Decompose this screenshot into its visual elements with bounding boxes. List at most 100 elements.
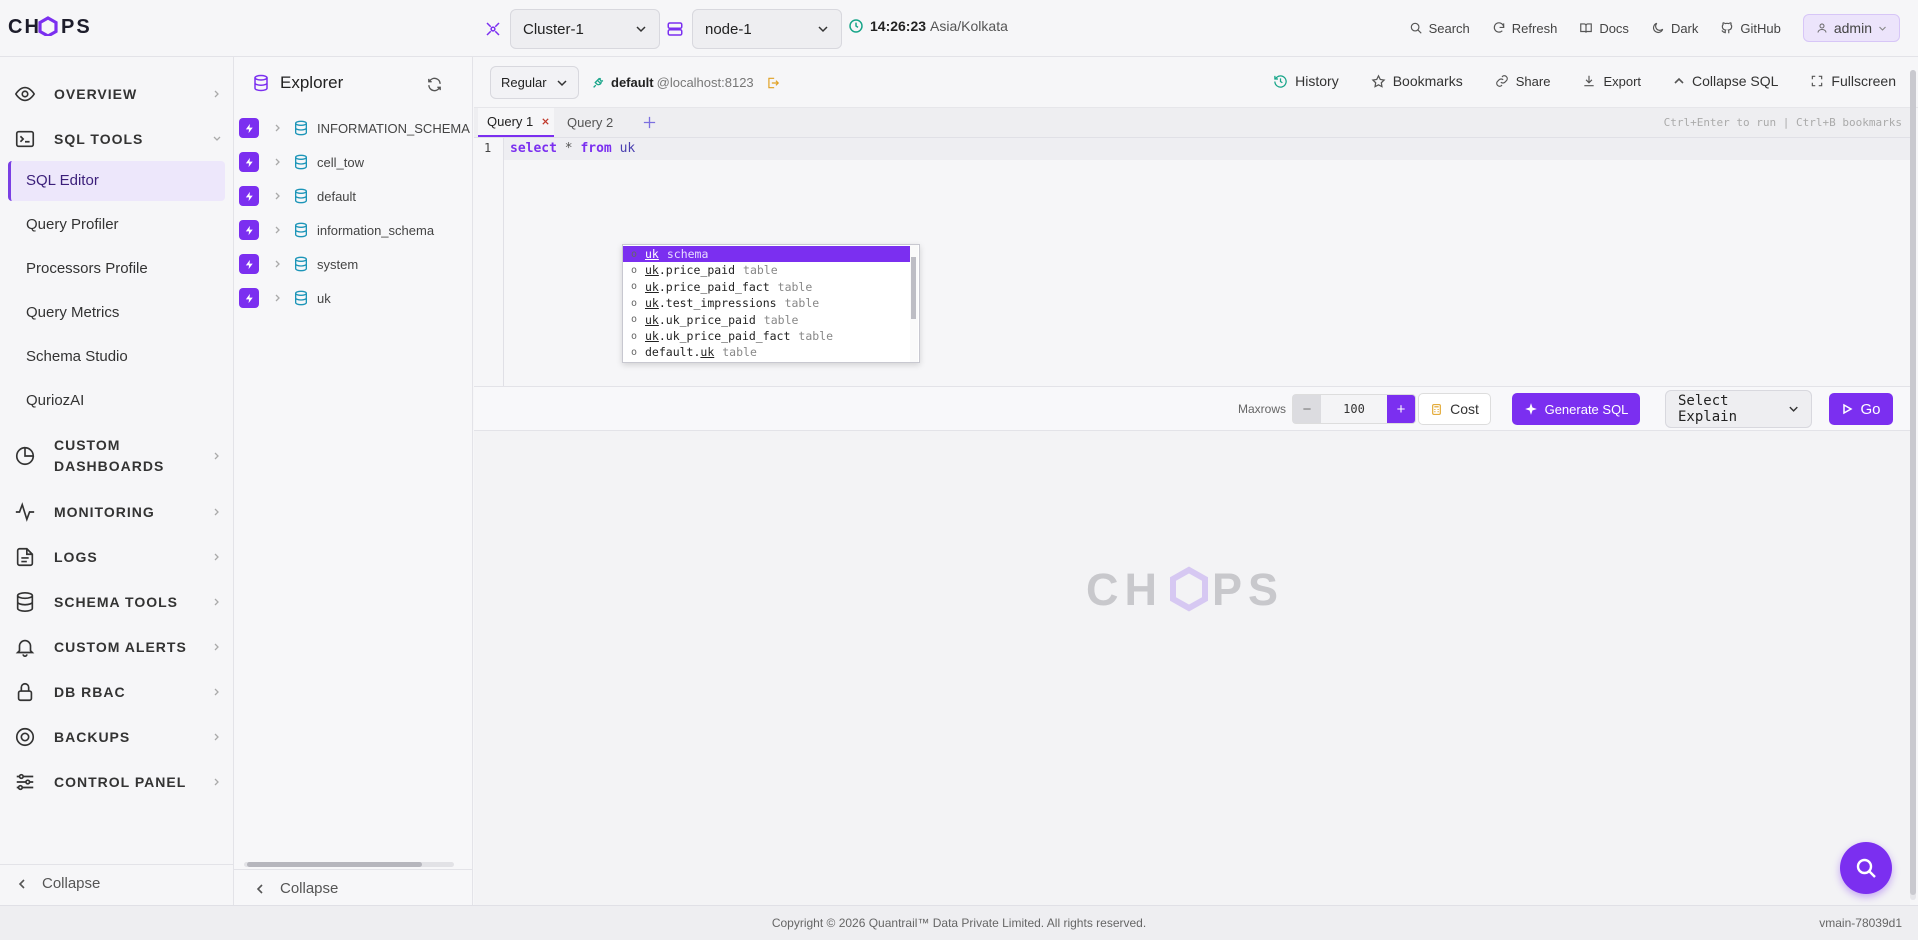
search-button[interactable]: Search [1409,21,1470,36]
bolt-icon[interactable] [239,152,259,172]
page-vscroll-thumb[interactable] [1910,70,1916,895]
explorer-db-row[interactable]: uk [239,287,331,309]
explorer-db-row[interactable]: INFORMATION_SCHEMA [239,117,470,139]
explorer-db-row[interactable]: system [239,253,358,275]
bookmarks-button[interactable]: Bookmarks [1371,73,1463,89]
autocomplete-scroll-thumb[interactable] [911,257,916,319]
nav-processors-profile[interactable]: Processors Profile [26,260,148,277]
generate-sql-button[interactable]: Generate SQL [1512,393,1640,425]
chevron-right-icon[interactable] [273,225,283,235]
refresh-icon[interactable] [426,76,443,93]
clock-time: 14:26:23 [870,18,927,34]
maxrows-increment-button[interactable]: + [1387,395,1415,423]
bolt-icon[interactable] [239,118,259,138]
go-button[interactable]: Go [1829,393,1893,425]
refresh-button[interactable]: Refresh [1492,21,1557,36]
floating-search-button[interactable] [1840,842,1892,894]
chevron-right-icon[interactable] [273,191,283,201]
bolt-icon[interactable] [239,220,259,240]
explorer-collapse-button[interactable]: Collapse [254,880,338,897]
autocomplete-item[interactable]: o uk.price_paid_fact table [623,279,911,295]
nav-sql-tools-label: SQL TOOLS [54,131,144,147]
page-vscrollbar[interactable] [1910,70,1916,900]
nav-control-panel[interactable]: CONTROL PANEL [14,771,222,793]
nav-custom-alerts[interactable]: CUSTOM ALERTS [14,636,222,658]
code-star: * [564,141,573,156]
explorer-db-row[interactable]: cell_tow [239,151,364,173]
chevron-right-icon [214,643,219,651]
dark-mode-button[interactable]: Dark [1651,21,1698,36]
plus-icon[interactable] [642,115,657,130]
nav-schema-tools[interactable]: SCHEMA TOOLS [14,591,222,613]
maxrows-input[interactable]: 100 [1321,395,1387,423]
chevron-right-icon[interactable] [273,293,283,303]
node-select-value: node-1 [705,20,752,38]
nav-logs[interactable]: LOGS [14,546,222,568]
nav-schema-studio[interactable]: Schema Studio [26,348,128,365]
database-icon [295,290,307,306]
cluster-select[interactable]: Cluster-1 [510,9,660,49]
history-button[interactable]: History [1273,73,1339,89]
docs-button[interactable]: Docs [1579,21,1629,36]
logout-icon[interactable] [766,76,780,90]
nav-overview[interactable]: OVERVIEW [14,83,222,105]
autocomplete-item-type: table [743,263,778,278]
explain-select[interactable]: Select Explain [1665,390,1812,428]
autocomplete-scrollbar[interactable] [910,245,918,362]
bolt-icon[interactable] [239,254,259,274]
tab-query-1[interactable]: Query 1 [478,108,554,137]
link-icon [1495,75,1508,87]
autocomplete-item[interactable]: o uk.price_paid table [623,262,911,278]
cost-button[interactable]: Cost [1418,393,1491,425]
share-button[interactable]: Share [1495,74,1550,89]
nav-query-profiler[interactable]: Query Profiler [26,216,119,233]
chevron-up-icon [1674,77,1684,84]
nav-custom-dashboards[interactable]: CUSTOM DASHBOARDS [14,435,222,477]
chevron-right-icon [214,553,219,561]
explorer-db-row[interactable]: information_schema [239,219,434,241]
chevron-right-icon [214,598,219,606]
keyword-from: from [580,141,612,156]
node-select[interactable]: node-1 [692,9,842,49]
chevron-right-icon[interactable] [273,157,283,167]
autocomplete-item[interactable]: o default.uk table [623,344,911,360]
collapse-sql-label: Collapse SQL [1692,73,1779,89]
bolt-icon[interactable] [239,186,259,206]
autocomplete-popup: o uk schema o uk.price_paid table o uk.price_pa… [622,244,920,363]
tab-query-2[interactable]: Query 2 [567,108,613,137]
hscroll-thumb[interactable] [247,862,422,867]
nav-sql-editor[interactable]: SQL Editor [26,172,99,189]
bolt-icon[interactable] [239,288,259,308]
autocomplete-item[interactable]: o uk.uk_price_paid_fact table [623,328,911,344]
nav-monitoring[interactable]: MONITORING [14,501,222,523]
autocomplete-item[interactable]: o uk schema [623,246,911,262]
user-menu[interactable]: admin [1802,14,1900,42]
nav-monitoring-label: MONITORING [54,504,155,520]
autocomplete-item-rest: .price_paid_fact [658,279,770,294]
explorer-db-name: system [317,256,359,272]
explorer-hscrollbar[interactable] [244,861,454,867]
autocomplete-item[interactable]: o uk.test_impressions table [623,295,911,311]
chevron-right-icon[interactable] [273,259,283,269]
explorer-db-row[interactable]: default [239,185,356,207]
github-button[interactable]: GitHub [1720,21,1781,36]
export-button[interactable]: Export [1582,74,1641,89]
fullscreen-button[interactable]: Fullscreen [1810,73,1896,89]
close-icon[interactable] [541,117,550,126]
tab-query-1-label: Query 1 [487,114,534,129]
nav-sql-tools[interactable]: SQL TOOLS [14,128,222,150]
maxrows-decrement-button[interactable]: − [1293,395,1321,423]
keyword-select: select [510,141,557,156]
logo[interactable]: CH PS [8,14,108,38]
autocomplete-item[interactable]: o uk.uk_price_paid table [623,312,911,328]
chevron-right-icon[interactable] [273,123,283,133]
nav-quriozai[interactable]: QuriozAI [26,392,84,409]
nav-backups[interactable]: BACKUPS [14,726,222,748]
nav-query-metrics[interactable]: Query Metrics [26,304,119,321]
sidebar-collapse-button[interactable]: Collapse [16,875,100,892]
terminal-icon [15,130,35,148]
mode-select[interactable]: Regular [490,66,579,99]
collapse-sql-button[interactable]: Collapse SQL [1673,73,1778,89]
nav-db-rbac[interactable]: DB RBAC [14,681,222,703]
database-icon [295,256,307,272]
